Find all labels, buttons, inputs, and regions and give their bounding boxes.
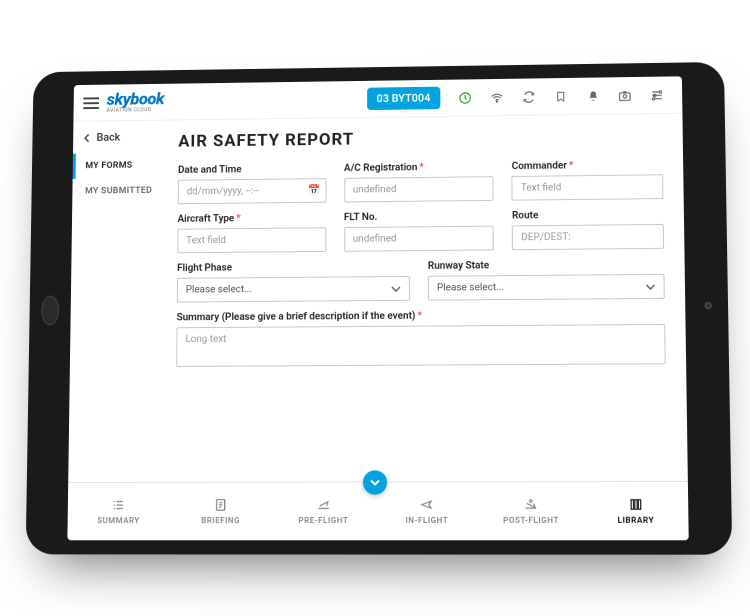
label-summary: Summary (Please give a brief description… (177, 311, 416, 324)
input-summary[interactable] (176, 324, 666, 367)
tab-summary[interactable]: SUMMARY (67, 483, 169, 540)
wifi-icon[interactable] (490, 90, 504, 104)
topbar-icons (458, 88, 664, 105)
body: Back MY FORMS MY SUBMITTED AIR SAFETY RE… (68, 114, 688, 482)
field-commander: Commander* (512, 159, 664, 200)
logo-sub: AVIATION CLOUD (107, 108, 165, 114)
home-button[interactable] (41, 296, 59, 326)
sidebar-item-my-forms[interactable]: MY FORMS (73, 153, 163, 179)
app-screen: skybook AVIATION CLOUD 03 BYT004 (67, 76, 688, 540)
footer-tabs: SUMMARY BRIEFING PRE-FLIGHT IN-FLIGHT (67, 481, 688, 540)
flight-badge[interactable]: 03 BYT004 (367, 87, 441, 110)
input-ac-reg[interactable] (344, 176, 494, 202)
select-runway-state[interactable]: Please select... (428, 274, 665, 301)
label-route: Route (512, 209, 664, 221)
input-ac-type[interactable] (177, 227, 326, 253)
input-date-time[interactable] (178, 178, 326, 204)
label-flt-no: FLT No. (344, 211, 494, 223)
chevron-down-icon (645, 283, 655, 289)
tab-post-flight[interactable]: POST-FLIGHT (479, 482, 584, 540)
input-route[interactable] (512, 224, 664, 250)
document-icon (214, 498, 228, 512)
field-date-time: Date and Time 📅 (178, 163, 326, 204)
field-flt-no: FLT No. (344, 211, 494, 252)
sync-icon[interactable] (522, 90, 536, 104)
field-summary: Summary (Please give a brief description… (176, 309, 666, 371)
app-logo[interactable]: skybook AVIATION CLOUD (107, 91, 165, 113)
field-route: Route (512, 209, 664, 250)
label-runway-state: Runway State (428, 259, 665, 272)
menu-icon[interactable] (83, 97, 99, 109)
bell-icon[interactable] (586, 89, 600, 103)
label-date-time: Date and Time (178, 163, 326, 175)
tab-in-flight[interactable]: IN-FLIGHT (375, 482, 479, 540)
tab-briefing[interactable]: BRIEFING (169, 483, 272, 541)
field-ac-type: Aircraft Type* (177, 212, 326, 253)
tablet-frame: skybook AVIATION CLOUD 03 BYT004 (26, 62, 733, 555)
camera-icon[interactable] (618, 88, 632, 102)
tab-pre-flight[interactable]: PRE-FLIGHT (272, 482, 375, 540)
field-runway-state: Runway State Please select... (428, 259, 665, 301)
chevron-down-icon (370, 479, 380, 485)
input-commander[interactable] (512, 174, 664, 200)
departure-icon (315, 498, 331, 512)
logo-name: skybook (107, 91, 165, 108)
label-ac-reg: A/C Registration (344, 162, 417, 174)
input-flt-no[interactable] (344, 226, 494, 252)
plane-icon (419, 498, 435, 512)
select-flight-phase[interactable]: Please select... (177, 276, 410, 303)
field-ac-reg: A/C Registration* (344, 161, 494, 202)
calendar-icon[interactable]: 📅 (308, 185, 320, 196)
label-flight-phase: Flight Phase (177, 261, 410, 274)
label-commander: Commander (512, 161, 567, 172)
form-title: AIR SAFETY REPORT (178, 126, 662, 152)
sliders-icon[interactable] (650, 88, 664, 102)
sidebar: Back MY FORMS MY SUBMITTED (68, 121, 163, 482)
list-icon (111, 498, 127, 512)
tab-library[interactable]: LIBRARY (583, 482, 689, 540)
back-label: Back (96, 131, 120, 144)
form-main: AIR SAFETY REPORT Date and Time 📅 A/C Re… (159, 114, 688, 482)
refresh-circle-icon[interactable] (458, 91, 472, 105)
expand-button[interactable] (363, 470, 387, 494)
library-icon (627, 497, 644, 511)
arrival-icon (523, 497, 539, 511)
bookmark-icon[interactable] (554, 89, 568, 103)
label-ac-type: Aircraft Type (178, 213, 235, 224)
chevron-down-icon (391, 285, 401, 291)
field-flight-phase: Flight Phase Please select... (177, 261, 410, 302)
back-button[interactable]: Back (73, 121, 163, 154)
front-camera (705, 302, 712, 309)
sidebar-item-my-submitted[interactable]: MY SUBMITTED (72, 178, 162, 204)
